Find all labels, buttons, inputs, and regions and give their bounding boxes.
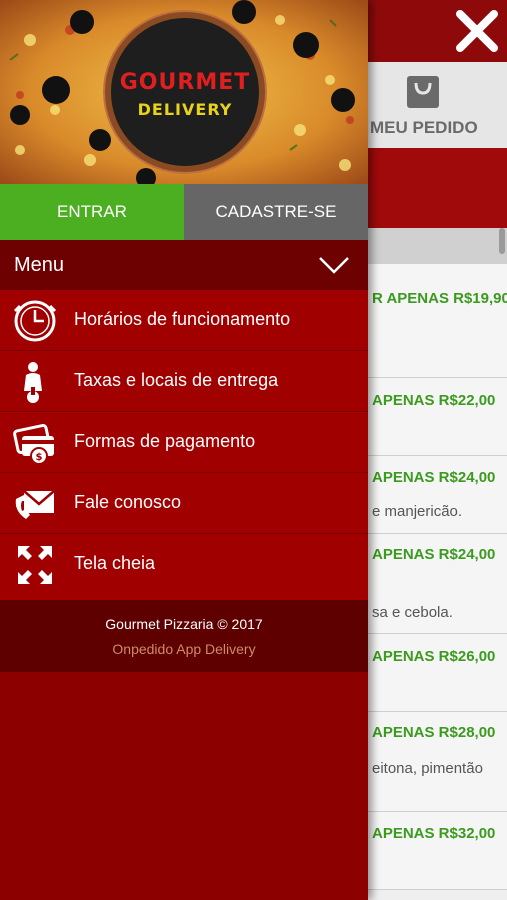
tab-meu-pedido-label: MEU PEDIDO	[370, 118, 478, 137]
logo-text-delivery: DELIVERY	[137, 100, 233, 119]
product-price: APENAS R$26,00	[372, 648, 496, 665]
product-price: APENAS R$24,00	[372, 469, 496, 486]
drawer-footer: Gourmet Pizzaria © 2017 Onpedido App Del…	[0, 600, 368, 672]
login-button[interactable]: ENTRAR	[0, 184, 184, 240]
fullscreen-icon	[18, 546, 52, 584]
svg-text:$: $	[36, 452, 43, 463]
product-price: R APENAS R$19,90	[372, 290, 507, 307]
product-price: APENAS R$32,00	[372, 825, 496, 842]
scooter-icon	[24, 362, 42, 403]
side-drawer: GOURMET DELIVERY ENTRAR CADASTRE-SE Menu…	[0, 0, 368, 900]
product-price: APENAS R$22,00	[372, 392, 496, 409]
product-price: APENAS R$24,00	[372, 546, 496, 563]
section-header	[368, 228, 507, 264]
copyright-text: Gourmet Pizzaria © 2017	[105, 616, 263, 632]
product-row[interactable]: R APENAS R$19,90	[368, 264, 507, 378]
hero-banner: GOURMET DELIVERY	[0, 0, 368, 184]
chevron-down-icon[interactable]	[318, 254, 350, 276]
auth-bar: ENTRAR CADASTRE-SE	[0, 184, 368, 240]
menu-item-fale-conosco[interactable]: Fale conosco	[0, 473, 368, 534]
product-row[interactable]: APENAS R$24,00 e manjericão.	[368, 456, 507, 534]
menu-item-label: Horários de funcionamento	[74, 309, 291, 329]
powered-by-link[interactable]: Onpedido App Delivery	[0, 641, 368, 657]
gourmet-logo: GOURMET DELIVERY	[105, 12, 265, 172]
menu-title: Menu	[14, 254, 65, 276]
menu-item-tela-cheia[interactable]: Tela cheia	[0, 534, 368, 600]
product-desc: eitona, pimentão	[372, 760, 483, 777]
menu-item-taxas[interactable]: Taxas e locais de entrega	[0, 351, 368, 412]
menu-item-label: Formas de pagamento	[74, 431, 256, 451]
banner-band	[368, 148, 507, 228]
product-desc: e manjericão.	[372, 503, 463, 520]
product-row[interactable]: APENAS R$32,00	[368, 812, 507, 890]
scrollbar[interactable]	[499, 228, 505, 254]
menu-item-horarios[interactable]: Horários de funcionamento	[0, 290, 368, 351]
product-row[interactable]: APENAS R$26,00	[368, 634, 507, 712]
product-price: APENAS R$28,00	[372, 724, 496, 741]
clock-icon	[13, 300, 57, 342]
menu-header[interactable]: Menu	[0, 240, 368, 290]
menu-item-pagamento[interactable]: $ Formas de pagamento	[0, 412, 368, 473]
product-desc: sa e cebola.	[372, 604, 453, 621]
signup-button[interactable]: CADASTRE-SE	[184, 184, 368, 240]
product-row[interactable]: APENAS R$24,00 sa e cebola.	[368, 534, 507, 634]
close-icon[interactable]	[454, 8, 500, 54]
product-row[interactable]: APENAS R$28,00 eitona, pimentão	[368, 712, 507, 812]
logo-text-gourmet: GOURMET	[119, 70, 251, 95]
menu-item-label: Taxas e locais de entrega	[74, 370, 279, 390]
mail-phone-icon	[15, 490, 55, 519]
product-row[interactable]: APENAS R$22,00	[368, 378, 507, 456]
menu-item-label: Fale conosco	[74, 492, 182, 512]
menu-item-label: Tela cheia	[74, 553, 156, 573]
payment-card-icon: $	[13, 423, 54, 465]
shopping-bag-icon	[407, 76, 439, 108]
